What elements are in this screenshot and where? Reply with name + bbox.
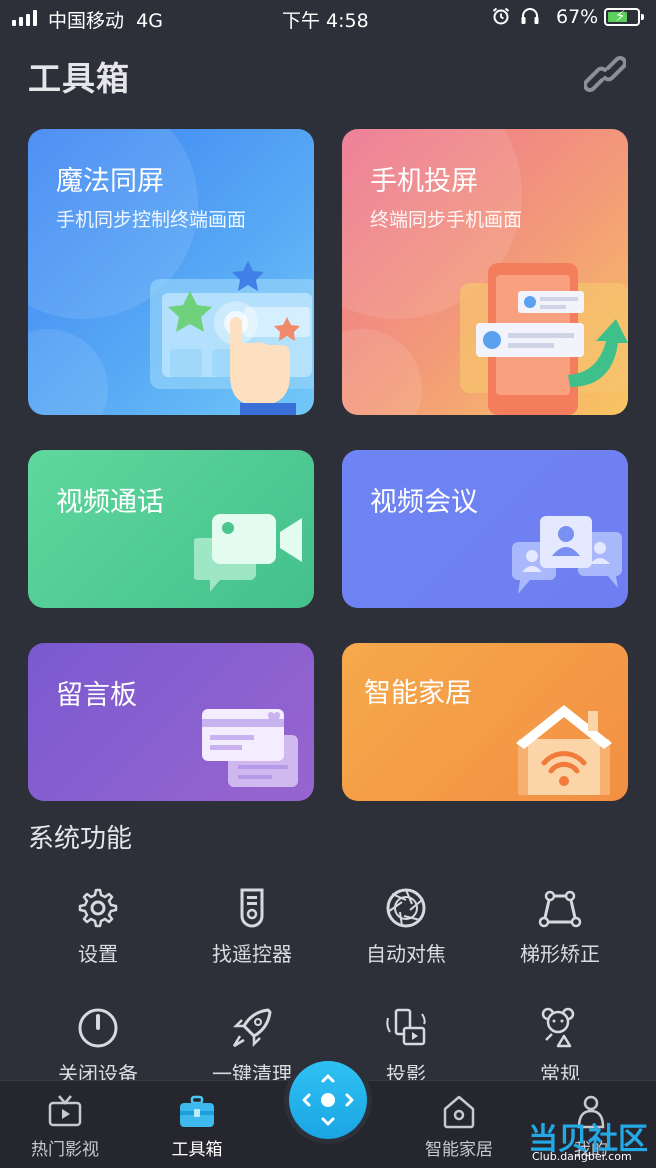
settings-button[interactable]: 设置 <box>28 886 168 967</box>
video-camera-icon <box>194 514 302 592</box>
card-title: 视频会议 <box>370 487 478 518</box>
alarm-icon <box>492 7 510 25</box>
function-label: 梯形矫正 <box>520 942 600 966</box>
signal-icon <box>12 10 37 26</box>
card-title: 魔法同屏 <box>56 166 164 197</box>
remote-dpad-icon <box>302 1074 354 1126</box>
message-card-icon <box>202 709 298 787</box>
home-icon <box>443 1095 475 1129</box>
auto-focus-button[interactable]: 自动对焦 <box>336 886 476 967</box>
remote-control-button[interactable] <box>289 1061 367 1139</box>
card-subtitle: 终端同步手机画面 <box>370 209 523 231</box>
clock: 下午 4:58 <box>282 10 369 32</box>
projection-icon <box>386 1008 426 1046</box>
headset-icon <box>521 8 539 24</box>
general-button[interactable]: 常规 <box>490 1006 630 1087</box>
touch-screen-icon <box>150 261 314 415</box>
power-off-button[interactable]: 关闭设备 <box>28 1006 168 1087</box>
nav-item-smart-home[interactable]: 智能家居 <box>404 1093 514 1160</box>
page-title: 工具箱 <box>28 59 130 98</box>
video-call-card[interactable]: 视频通话 <box>28 450 314 608</box>
function-label: 找遥控器 <box>212 942 292 966</box>
battery-icon: ⚡ <box>604 7 644 26</box>
function-label: 自动对焦 <box>366 942 446 966</box>
smart-home-icon <box>516 705 612 795</box>
keystone-button[interactable]: 梯形矫正 <box>490 886 630 967</box>
toolbox-icon <box>180 1095 214 1127</box>
video-conference-card[interactable]: 视频会议 <box>342 450 628 608</box>
rocket-icon <box>232 1008 272 1048</box>
smart-home-card[interactable]: 智能家居 <box>342 643 628 801</box>
battery-percent: 67% <box>556 6 599 28</box>
card-title: 手机投屏 <box>370 166 478 197</box>
nav-item-toolbox[interactable]: 工具箱 <box>142 1093 252 1160</box>
tv-icon <box>48 1095 82 1127</box>
nav-item-hot-movies[interactable]: 热门影视 <box>10 1093 120 1160</box>
nav-label: 智能家居 <box>425 1140 493 1160</box>
nav-label: 热门影视 <box>31 1140 99 1160</box>
gear-icon <box>78 888 118 928</box>
power-icon <box>78 1008 118 1048</box>
phone-cast-icon <box>460 263 628 415</box>
card-title: 留言板 <box>56 680 137 711</box>
nav-label: 工具箱 <box>171 1140 223 1160</box>
keystone-icon <box>538 890 582 928</box>
carrier-label: 中国移动 4G <box>48 10 163 32</box>
status-bar: 中国移动 4G 下午 4:58 67% ⚡ <box>0 0 656 36</box>
remote-icon <box>240 888 264 928</box>
section-title: 系统功能 <box>28 824 133 854</box>
watermark-url: Club.dangbei.com <box>532 1150 632 1163</box>
phone-cast-card[interactable]: 手机投屏 终端同步手机画面 <box>342 129 628 415</box>
card-title: 智能家居 <box>364 678 472 709</box>
magic-mirror-card[interactable]: 魔法同屏 手机同步控制终端画面 <box>28 129 314 415</box>
find-remote-button[interactable]: 找遥控器 <box>182 886 322 967</box>
conference-icon <box>512 516 622 594</box>
function-label: 设置 <box>78 942 118 966</box>
bear-icon <box>541 1007 575 1048</box>
card-subtitle: 手机同步控制终端画面 <box>56 209 247 231</box>
card-title: 视频通话 <box>56 487 164 518</box>
aperture-icon <box>386 888 426 928</box>
message-board-card[interactable]: 留言板 <box>28 643 314 801</box>
link-icon[interactable] <box>584 54 626 94</box>
